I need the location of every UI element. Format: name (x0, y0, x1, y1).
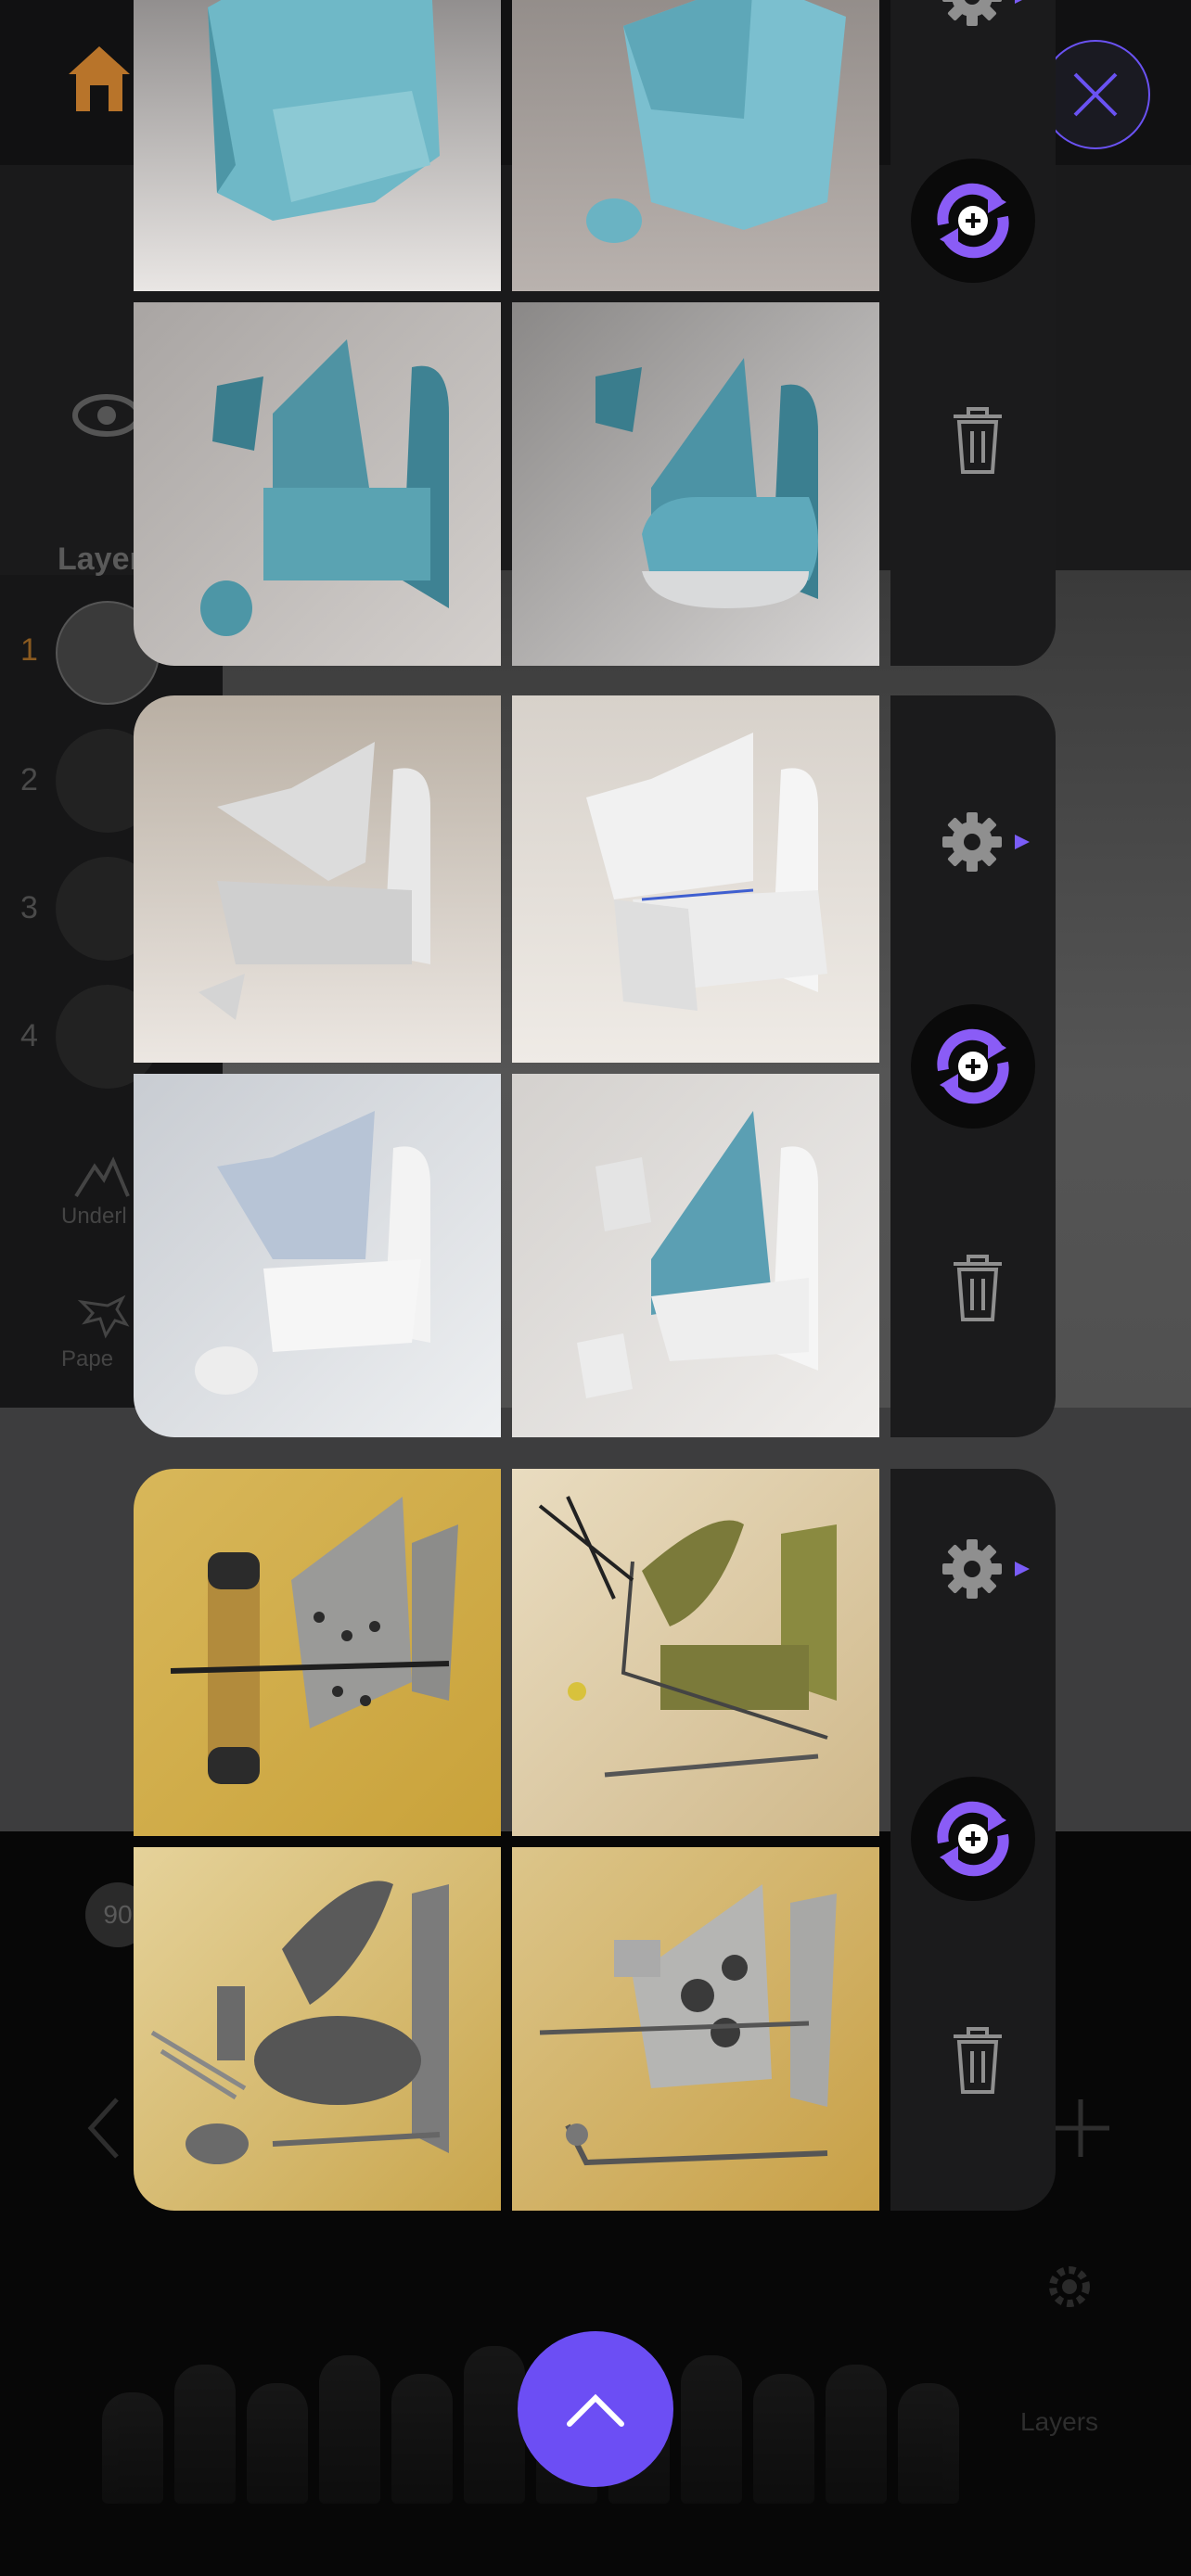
result-image[interactable] (512, 1847, 879, 2211)
image-grid (134, 0, 890, 666)
result-image[interactable] (512, 695, 879, 1063)
layers-title: Layer (58, 542, 142, 577)
result-image[interactable] (134, 302, 501, 666)
regenerate-button[interactable] (911, 1777, 1035, 1901)
gear-icon (942, 1539, 1030, 1599)
result-image[interactable] (134, 1074, 501, 1437)
regenerate-button[interactable] (911, 1004, 1035, 1129)
layer-number: 2 (20, 762, 38, 797)
underlay-tool-label: Underl (61, 1204, 127, 1229)
result-image[interactable] (134, 1847, 501, 2211)
plus-icon[interactable] (1048, 2096, 1113, 2161)
paper-tool-label: Pape (61, 1346, 114, 1371)
chevron-up-icon (567, 2393, 624, 2427)
result-image[interactable] (512, 1469, 879, 1836)
generation-group (134, 695, 1056, 1437)
home-icon[interactable] (67, 43, 132, 113)
regenerate-icon (937, 1801, 1009, 1877)
settings-button[interactable] (941, 1532, 1043, 1606)
layers-label[interactable]: Layers (1020, 2407, 1098, 2437)
image-grid (134, 695, 890, 1437)
trash-icon[interactable] (950, 2023, 1005, 2096)
settings-button[interactable] (941, 0, 1043, 33)
chevron-left-icon[interactable] (85, 2096, 122, 2161)
result-image[interactable] (512, 302, 879, 666)
visibility-icon (72, 394, 141, 437)
result-image[interactable] (512, 0, 879, 291)
layer-number: 1 (20, 632, 38, 668)
trash-icon[interactable] (950, 403, 1005, 476)
mountain-icon (74, 1156, 130, 1198)
expand-button[interactable] (518, 2331, 673, 2487)
regenerate-icon (937, 183, 1009, 259)
regenerate-button[interactable] (911, 159, 1035, 283)
layer-number: 3 (20, 890, 38, 925)
group-actions-strip (890, 0, 1056, 666)
gear-icon (942, 812, 1030, 872)
result-image[interactable] (512, 1074, 879, 1437)
image-grid (134, 1469, 890, 2211)
result-image[interactable] (134, 695, 501, 1063)
result-image[interactable] (134, 0, 501, 291)
gear-icon (942, 0, 1022, 26)
generation-group (134, 1469, 1056, 2211)
layer-number: 4 (20, 1018, 38, 1053)
trash-icon[interactable] (950, 1251, 1005, 1323)
generation-group (134, 0, 1056, 666)
texture-icon (77, 1294, 130, 1339)
regenerate-icon (937, 1028, 1009, 1104)
settings-button[interactable] (941, 805, 1043, 879)
gear-icon[interactable] (1044, 2261, 1095, 2313)
close-button[interactable] (1041, 40, 1150, 149)
result-image[interactable] (134, 1469, 501, 1836)
close-icon (1073, 72, 1118, 117)
